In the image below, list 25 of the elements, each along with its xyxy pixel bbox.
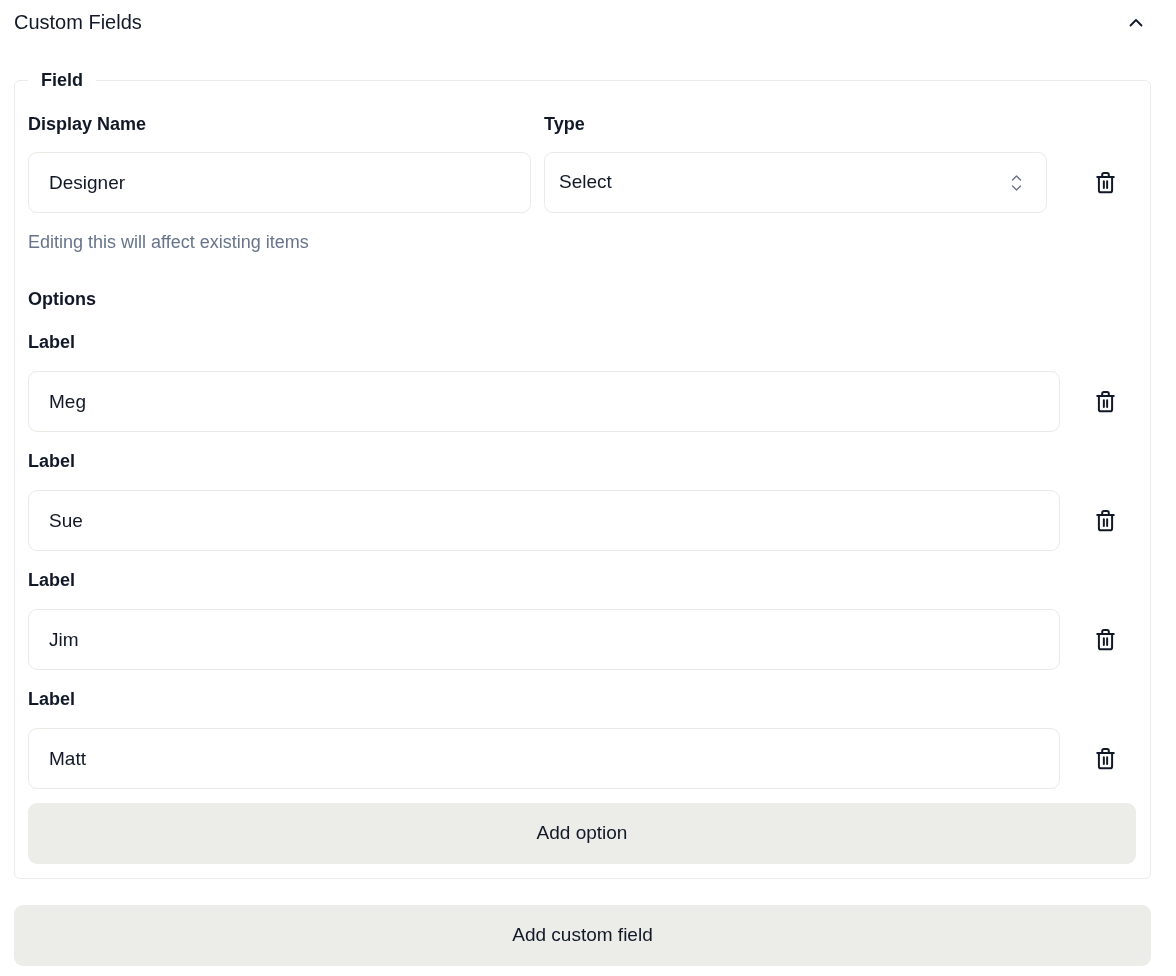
trash-icon[interactable]	[1096, 390, 1115, 413]
add-option-button[interactable]: Add option	[28, 803, 1136, 864]
option-label: Label	[28, 569, 76, 592]
option-label: Label	[28, 688, 76, 711]
option-input[interactable]: Matt	[28, 728, 1060, 789]
option-input[interactable]: Sue	[28, 490, 1060, 551]
type-label: Type	[544, 113, 586, 136]
trash-icon[interactable]	[1096, 509, 1115, 532]
option-input[interactable]: Meg	[28, 371, 1060, 432]
chevron-up-down-icon	[1011, 173, 1022, 192]
display-name-input[interactable]: Designer	[28, 152, 531, 213]
option-label: Label	[28, 331, 76, 354]
type-select[interactable]: Select	[544, 152, 1047, 213]
add-custom-field-button[interactable]: Add custom field	[14, 905, 1151, 966]
option-input[interactable]: Jim	[28, 609, 1060, 670]
display-name-label: Display Name	[28, 113, 148, 136]
trash-icon[interactable]	[1096, 171, 1115, 194]
section-title: Custom Fields	[14, 10, 142, 35]
options-heading: Options	[28, 288, 97, 311]
trash-icon[interactable]	[1096, 747, 1115, 770]
help-text: Editing this will affect existing items	[28, 231, 310, 254]
chevron-up-icon[interactable]	[1129, 17, 1143, 27]
trash-icon[interactable]	[1096, 628, 1115, 651]
option-label: Label	[28, 450, 76, 473]
field-legend: Field	[28, 68, 96, 93]
